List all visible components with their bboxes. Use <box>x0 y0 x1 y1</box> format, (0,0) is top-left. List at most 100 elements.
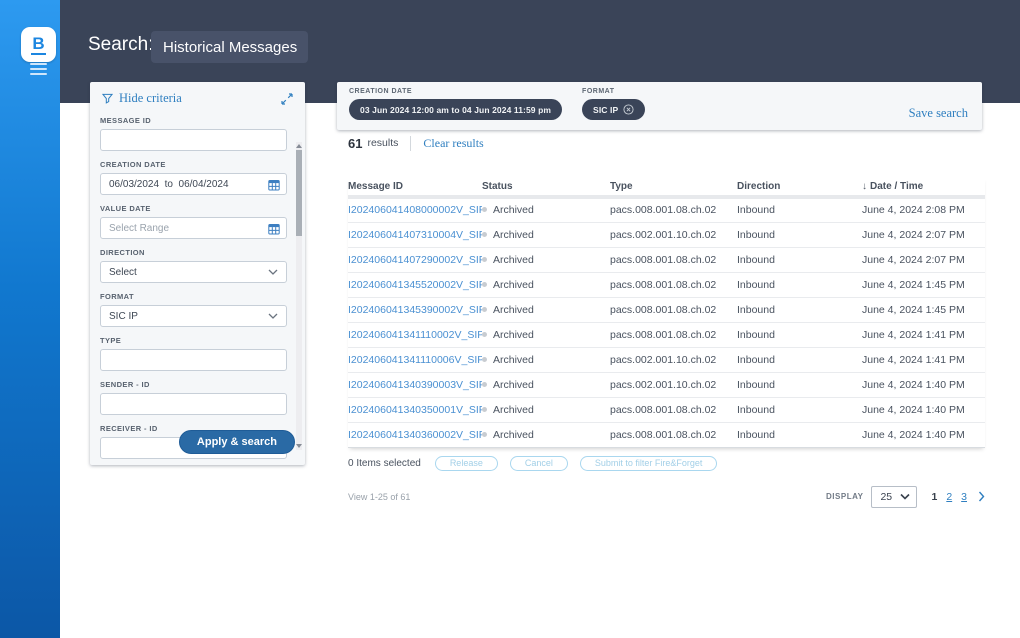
datetime-value: June 4, 2024 1:41 PM <box>862 322 985 347</box>
results-section: 61 results Clear results Message ID Stat… <box>348 133 985 509</box>
table-body: I202406041408000002V_SIP_SPRV Archived p… <box>348 197 985 447</box>
status-dot-icon <box>482 432 487 437</box>
divider <box>410 136 411 151</box>
message-id-link[interactable]: I202406041345390002V_SIP_SPRV <box>348 304 482 316</box>
message-id-link[interactable]: I202406041407310004V_SIP_SPRV <box>348 229 482 241</box>
active-filters-bar: CREATION DATE 03 Jun 2024 12:00 am to 04… <box>337 82 982 130</box>
page-links: 1 2 3 <box>931 491 985 503</box>
table-row[interactable]: I202406041345390002V_SIP_SPRV Archived p… <box>348 297 985 322</box>
app-logo[interactable]: B <box>21 27 56 62</box>
page-1-current[interactable]: 1 <box>931 491 937 503</box>
table-row[interactable]: I202406041341110006V_SIP_SPRV Archived p… <box>348 347 985 372</box>
calendar-icon[interactable] <box>268 222 280 240</box>
status-value: Archived <box>493 229 534 241</box>
message-id-link[interactable]: I202406041341110006V_SIP_SPRV <box>348 354 482 366</box>
value-date-label: VALUE DATE <box>100 204 287 213</box>
apply-search-button[interactable]: Apply & search <box>179 430 295 454</box>
chevron-down-icon <box>268 269 278 275</box>
format-chip-label: FORMAT <box>582 88 645 95</box>
format-select[interactable]: SIC IP <box>100 305 287 327</box>
column-header-type[interactable]: Type <box>610 177 737 197</box>
search-mode-value: Historical Messages <box>163 39 297 56</box>
direction-value: Inbound <box>737 347 862 372</box>
save-search-link[interactable]: Save search <box>909 106 968 121</box>
table-row[interactable]: I202406041340350001V_SIP_SPRV Archived p… <box>348 397 985 422</box>
expand-panel-icon[interactable] <box>281 93 293 105</box>
release-button[interactable]: Release <box>435 456 498 471</box>
clear-results-link[interactable]: Clear results <box>423 136 483 151</box>
value-date-input[interactable] <box>100 217 287 239</box>
datetime-value: June 4, 2024 2:07 PM <box>862 222 985 247</box>
format-filter-group: FORMAT SIC IP <box>582 88 645 120</box>
message-id-link[interactable]: I202406041341110002V_SIP_SPRV <box>348 329 482 341</box>
menu-icon[interactable] <box>30 63 47 76</box>
table-row[interactable]: I202406041340360002V_SIP_SPRV Archived p… <box>348 422 985 447</box>
criteria-panel-header: Hide criteria <box>90 82 305 112</box>
hide-criteria-toggle[interactable]: Hide criteria <box>102 91 182 106</box>
submit-fire-forget-button[interactable]: Submit to filter Fire&Forget <box>580 456 718 471</box>
page-2-link[interactable]: 2 <box>946 491 952 503</box>
direction-value: Inbound <box>737 197 862 222</box>
message-id-link[interactable]: I202406041407290002V_SIP_SPRV <box>348 254 482 266</box>
column-header-date-time[interactable]: ↓Date / Time <box>862 177 985 197</box>
status-value: Archived <box>493 329 534 341</box>
datetime-value: June 4, 2024 1:40 PM <box>862 422 985 447</box>
scrollbar-thumb[interactable] <box>296 150 302 236</box>
datetime-value: June 4, 2024 2:08 PM <box>862 197 985 222</box>
direction-value: Inbound <box>737 372 862 397</box>
next-page-icon[interactable] <box>978 491 985 502</box>
message-id-label: MESSAGE ID <box>100 116 287 125</box>
datetime-value: June 4, 2024 1:45 PM <box>862 272 985 297</box>
direction-select[interactable]: Select <box>100 261 287 283</box>
page-size-select[interactable]: 25 <box>871 486 917 508</box>
message-id-link[interactable]: I202406041340390003V_SIP_SPRV <box>348 379 482 391</box>
table-row[interactable]: I202406041340390003V_SIP_SPRV Archived p… <box>348 372 985 397</box>
sender-id-input[interactable] <box>100 393 287 415</box>
message-id-link[interactable]: I202406041340360002V_SIP_SPRV <box>348 429 482 441</box>
display-label: DISPLAY <box>826 492 863 501</box>
search-mode-dropdown[interactable]: Historical Messages <box>151 31 308 63</box>
remove-filter-icon[interactable] <box>623 104 634 115</box>
creation-date-chip: 03 Jun 2024 12:00 am to 04 Jun 2024 11:5… <box>349 99 562 120</box>
datetime-value: June 4, 2024 1:41 PM <box>862 347 985 372</box>
direction-value: Inbound <box>737 397 862 422</box>
message-id-input[interactable] <box>100 129 287 151</box>
type-value: pacs.008.001.08.ch.02 <box>610 297 737 322</box>
status-value: Archived <box>493 304 534 316</box>
type-input[interactable] <box>100 349 287 371</box>
calendar-icon[interactable] <box>268 178 280 196</box>
type-label: TYPE <box>100 336 287 345</box>
type-value: pacs.002.001.10.ch.02 <box>610 347 737 372</box>
message-id-link[interactable]: I202406041340350001V_SIP_SPRV <box>348 404 482 416</box>
creation-date-chip-text: 03 Jun 2024 12:00 am to 04 Jun 2024 11:5… <box>360 105 551 115</box>
panel-scrollbar[interactable] <box>296 142 302 450</box>
table-row[interactable]: I202406041345520002V_SIP_SPRV Archived p… <box>348 272 985 297</box>
table-row[interactable]: I202406041408000002V_SIP_SPRV Archived p… <box>348 197 985 222</box>
cancel-button[interactable]: Cancel <box>510 456 568 471</box>
table-row[interactable]: I202406041341110002V_SIP_SPRV Archived p… <box>348 322 985 347</box>
direction-value: Inbound <box>737 322 862 347</box>
column-header-direction[interactable]: Direction <box>737 177 862 197</box>
direction-value: Inbound <box>737 272 862 297</box>
table-row[interactable]: I202406041407290002V_SIP_SPRV Archived p… <box>348 247 985 272</box>
datetime-value: June 4, 2024 1:45 PM <box>862 297 985 322</box>
format-chip: SIC IP <box>582 99 645 120</box>
table-row[interactable]: I202406041407310004V_SIP_SPRV Archived p… <box>348 222 985 247</box>
column-header-message-id[interactable]: Message ID <box>348 177 482 197</box>
status-dot-icon <box>482 232 487 237</box>
pagination-bar: View 1-25 of 61 DISPLAY 25 1 2 3 <box>348 485 985 509</box>
criteria-panel: Hide criteria MESSAGE ID CREATION DATE <box>90 82 305 465</box>
status-dot-icon <box>482 382 487 387</box>
creation-date-input[interactable] <box>100 173 287 195</box>
page-3-link[interactable]: 3 <box>961 491 967 503</box>
direction-value: Inbound <box>737 297 862 322</box>
message-id-link[interactable]: I202406041408000002V_SIP_SPRV <box>348 204 482 216</box>
message-id-link[interactable]: I202406041345520002V_SIP_SPRV <box>348 279 482 291</box>
filter-icon <box>102 93 113 104</box>
column-header-status[interactable]: Status <box>482 177 610 197</box>
format-chip-text: SIC IP <box>593 105 618 115</box>
status-value: Archived <box>493 379 534 391</box>
search-label: Search: <box>88 34 153 56</box>
status-dot-icon <box>482 332 487 337</box>
status-value: Archived <box>493 279 534 291</box>
